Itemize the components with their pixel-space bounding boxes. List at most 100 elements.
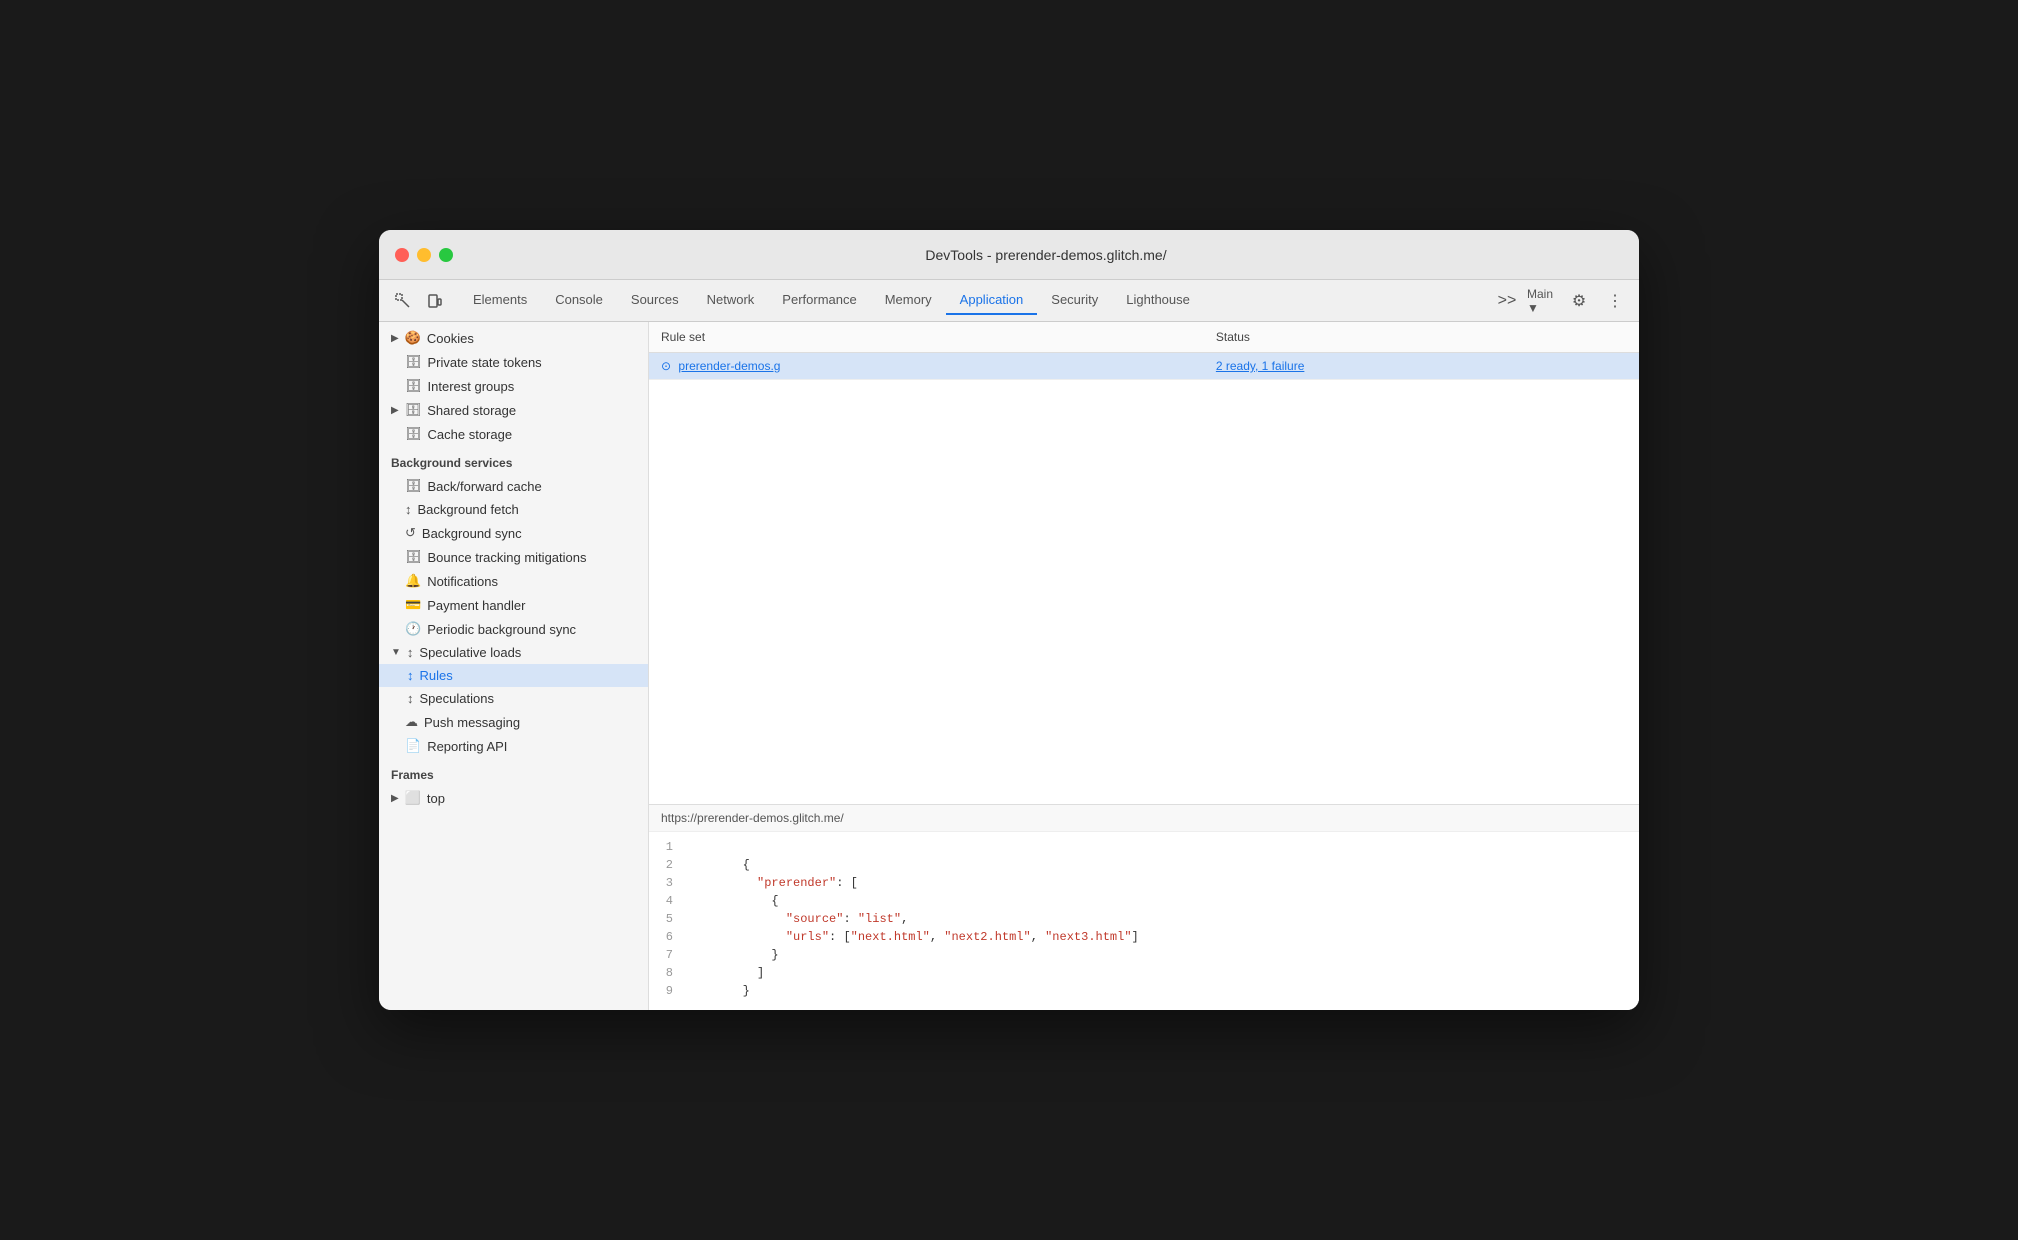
titlebar: DevTools - prerender-demos.glitch.me/ bbox=[379, 230, 1639, 280]
db-icon: 🍪 bbox=[405, 330, 421, 346]
tab-elements[interactable]: Elements bbox=[459, 286, 541, 315]
col-ruleset: Rule set bbox=[649, 322, 1204, 353]
sidebar-item-top-frame[interactable]: ▶ ⬜ top bbox=[379, 786, 648, 810]
sync-icon: ↕ bbox=[407, 645, 414, 660]
code-panel: https://prerender-demos.glitch.me/ 1 2 {… bbox=[649, 804, 1639, 1010]
main-area: ▶ 🍪 Cookies 🗄 Private state tokens 🗄 Int… bbox=[379, 322, 1639, 1010]
line-content: } bbox=[685, 948, 779, 962]
sidebar-item-bounce-tracking[interactable]: 🗄 Bounce tracking mitigations bbox=[379, 545, 648, 569]
sidebar-label-speculative-loads: Speculative loads bbox=[419, 645, 521, 660]
arrow-icon: ▶ bbox=[391, 405, 399, 416]
devtools-window: DevTools - prerender-demos.glitch.me/ El… bbox=[379, 230, 1639, 1010]
sidebar-label-payment-handler: Payment handler bbox=[427, 598, 525, 613]
toolbar-right: >> Main ▼ ⚙ ⋮ bbox=[1491, 285, 1631, 317]
sidebar-item-shared-storage[interactable]: ▶ 🗄 Shared storage bbox=[379, 398, 648, 422]
ruleset-cell: ⊙ prerender-demos.g bbox=[649, 353, 1204, 380]
sidebar-label-private-state-tokens: Private state tokens bbox=[428, 355, 542, 370]
device-icon[interactable] bbox=[419, 285, 451, 317]
traffic-lights bbox=[395, 248, 453, 262]
sidebar-label-top: top bbox=[427, 791, 445, 806]
sidebar-item-payment-handler[interactable]: 💳 Payment handler bbox=[379, 593, 648, 617]
tab-security[interactable]: Security bbox=[1037, 286, 1112, 315]
tab-application[interactable]: Application bbox=[946, 286, 1038, 315]
inspect-icon[interactable] bbox=[387, 285, 419, 317]
sidebar-item-reporting-api[interactable]: 📄 Reporting API bbox=[379, 734, 648, 758]
sidebar-label-speculations: Speculations bbox=[420, 691, 494, 706]
line-number: 5 bbox=[649, 912, 685, 926]
sidebar-label-cookies: Cookies bbox=[427, 331, 474, 346]
main-context-button[interactable]: Main ▼ bbox=[1527, 285, 1559, 317]
sidebar-label-bounce-tracking: Bounce tracking mitigations bbox=[428, 550, 587, 565]
sync-icon: ↕ bbox=[407, 668, 414, 683]
line-content: "source": "list", bbox=[685, 912, 908, 926]
frames-header: Frames bbox=[379, 758, 648, 786]
line-number: 9 bbox=[649, 984, 685, 998]
tab-performance[interactable]: Performance bbox=[768, 286, 870, 315]
sidebar-item-speculations[interactable]: ↕ Speculations bbox=[379, 687, 648, 710]
clock-icon: 🕐 bbox=[405, 621, 421, 637]
card-icon: 💳 bbox=[405, 597, 421, 613]
sidebar-item-interest-groups[interactable]: 🗄 Interest groups bbox=[379, 374, 648, 398]
code-line-7: 7 } bbox=[649, 948, 1639, 966]
sidebar-label-push-messaging: Push messaging bbox=[424, 715, 520, 730]
tab-network[interactable]: Network bbox=[693, 286, 769, 315]
settings-icon[interactable]: ⚙ bbox=[1563, 285, 1595, 317]
arrow-down-icon: ▼ bbox=[391, 647, 401, 658]
ruleset-value: prerender-demos.g bbox=[678, 359, 780, 373]
line-number: 1 bbox=[649, 840, 685, 854]
tab-lighthouse[interactable]: Lighthouse bbox=[1112, 286, 1204, 315]
more-options-icon[interactable]: ⋮ bbox=[1599, 285, 1631, 317]
sync-icon: ↕ bbox=[407, 691, 414, 706]
table-row[interactable]: ⊙ prerender-demos.g 2 ready, 1 failure bbox=[649, 353, 1639, 380]
tab-memory[interactable]: Memory bbox=[871, 286, 946, 315]
code-line-2: 2 { bbox=[649, 858, 1639, 876]
sidebar-item-push-messaging[interactable]: ☁ Push messaging bbox=[379, 710, 648, 734]
sidebar: ▶ 🍪 Cookies 🗄 Private state tokens 🗄 Int… bbox=[379, 322, 649, 1010]
sidebar-item-bg-sync[interactable]: ↺ Background sync bbox=[379, 521, 648, 545]
db-icon: 🗄 bbox=[405, 426, 422, 442]
minimize-button[interactable] bbox=[417, 248, 431, 262]
more-tabs-button[interactable]: >> bbox=[1491, 285, 1523, 317]
line-number: 7 bbox=[649, 948, 685, 962]
frame-icon: ⬜ bbox=[405, 790, 421, 806]
line-content: "prerender": [ bbox=[685, 876, 858, 890]
arrow-icon: ▶ bbox=[391, 793, 399, 804]
bg-services-header: Background services bbox=[379, 446, 648, 474]
line-number: 4 bbox=[649, 894, 685, 908]
line-content: { bbox=[685, 894, 779, 908]
content-area: Rule set Status ⊙ prerender-demos.g 2 re… bbox=[649, 322, 1639, 1010]
line-content: } bbox=[685, 984, 750, 998]
sidebar-item-private-state-tokens[interactable]: 🗄 Private state tokens bbox=[379, 350, 648, 374]
code-line-4: 4 { bbox=[649, 894, 1639, 912]
db-icon: 🗄 bbox=[405, 478, 422, 494]
code-line-9: 9 } bbox=[649, 984, 1639, 1002]
code-line-6: 6 "urls": ["next.html", "next2.html", "n… bbox=[649, 930, 1639, 948]
status-cell[interactable]: 2 ready, 1 failure bbox=[1204, 353, 1639, 380]
sidebar-item-cookies[interactable]: ▶ 🍪 Cookies bbox=[379, 326, 648, 350]
tab-console[interactable]: Console bbox=[541, 286, 617, 315]
db-icon: 🗄 bbox=[405, 354, 422, 370]
sidebar-label-reporting-api: Reporting API bbox=[427, 739, 507, 754]
code-line-8: 8 ] bbox=[649, 966, 1639, 984]
line-content: { bbox=[685, 858, 750, 872]
window-title: DevTools - prerender-demos.glitch.me/ bbox=[469, 247, 1623, 263]
sidebar-label-shared-storage: Shared storage bbox=[427, 403, 516, 418]
sidebar-item-bfcache[interactable]: 🗄 Back/forward cache bbox=[379, 474, 648, 498]
sidebar-item-speculative-loads[interactable]: ▼ ↕ Speculative loads bbox=[379, 641, 648, 664]
line-number: 6 bbox=[649, 930, 685, 944]
sync-icon: ↺ bbox=[405, 525, 416, 541]
sidebar-item-notifications[interactable]: 🔔 Notifications bbox=[379, 569, 648, 593]
close-button[interactable] bbox=[395, 248, 409, 262]
sidebar-item-cache-storage[interactable]: 🗄 Cache storage bbox=[379, 422, 648, 446]
arrow-icon: ▶ bbox=[391, 333, 399, 344]
sidebar-item-rules[interactable]: ↕ Rules bbox=[379, 664, 648, 687]
tab-sources[interactable]: Sources bbox=[617, 286, 693, 315]
sidebar-label-notifications: Notifications bbox=[427, 574, 498, 589]
sidebar-item-periodic-bg-sync[interactable]: 🕐 Periodic background sync bbox=[379, 617, 648, 641]
maximize-button[interactable] bbox=[439, 248, 453, 262]
toolbar: Elements Console Sources Network Perform… bbox=[379, 280, 1639, 322]
line-content: ] bbox=[685, 966, 764, 980]
status-link[interactable]: 2 ready, 1 failure bbox=[1216, 359, 1305, 373]
sidebar-item-bg-fetch[interactable]: ↕ Background fetch bbox=[379, 498, 648, 521]
line-number: 2 bbox=[649, 858, 685, 872]
